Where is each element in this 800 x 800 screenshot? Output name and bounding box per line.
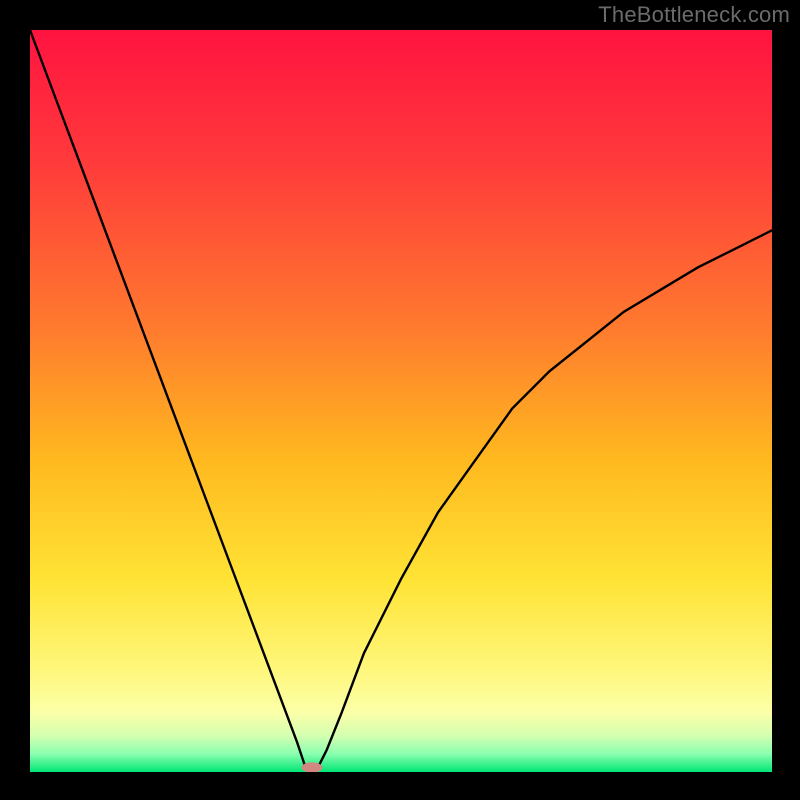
attribution-label: TheBottleneck.com [598, 2, 790, 28]
chart-frame: TheBottleneck.com [0, 0, 800, 800]
bottleneck-plot [30, 30, 772, 772]
plot-background [30, 30, 772, 772]
